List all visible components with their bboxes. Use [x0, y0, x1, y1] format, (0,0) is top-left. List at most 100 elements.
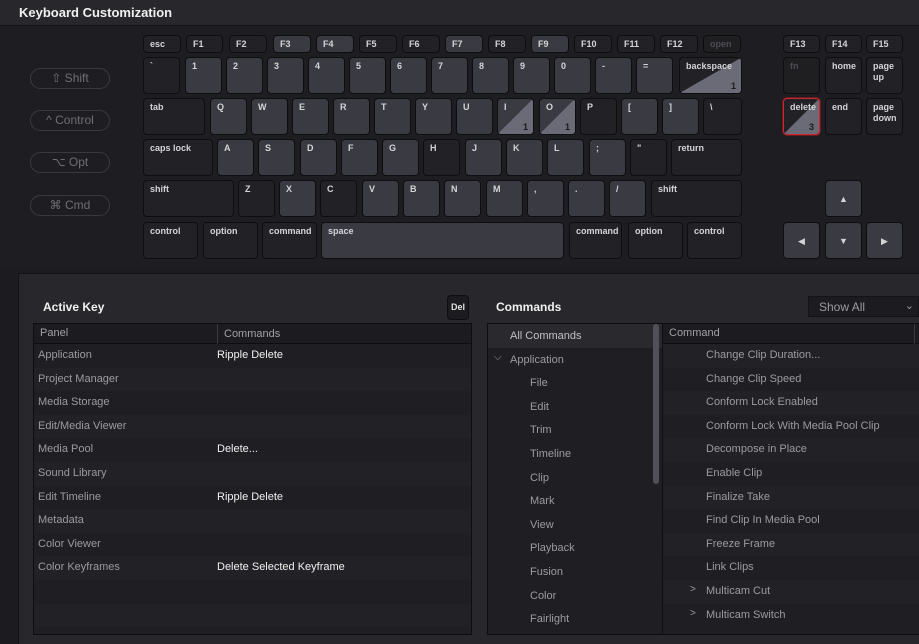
command-row[interactable]: Change Clip Duration...	[663, 344, 919, 368]
table-row[interactable]: Application Ripple Delete	[34, 344, 471, 368]
column-divider[interactable]	[914, 324, 915, 344]
key-caps-lock[interactable]: caps lock	[143, 139, 213, 176]
tree-item[interactable]: All Commands	[488, 324, 662, 348]
key-=[interactable]: =	[636, 57, 673, 94]
tree-item[interactable]: Clip	[488, 466, 662, 490]
key-7[interactable]: 7	[431, 57, 468, 94]
column-header-command[interactable]: Command	[669, 327, 720, 339]
key-control[interactable]: control	[143, 222, 198, 259]
key-x[interactable]: X	[279, 180, 316, 217]
table-row[interactable]: Sound Library	[34, 461, 471, 486]
table-row[interactable]: Edit/Media Viewer	[34, 414, 471, 439]
key-◀[interactable]: ◀	[783, 222, 820, 259]
key-f4[interactable]: F4	[316, 35, 354, 53]
key-space[interactable]: space	[321, 222, 564, 259]
key-3[interactable]: 3	[267, 57, 304, 94]
key-esc[interactable]: esc	[143, 35, 181, 53]
command-row[interactable]: Link Clips	[663, 556, 919, 580]
key-s[interactable]: S	[258, 139, 295, 176]
key-control[interactable]: control	[687, 222, 742, 259]
tree-item[interactable]: View	[488, 513, 662, 537]
table-row[interactable]: Edit Timeline Ripple Delete	[34, 486, 471, 510]
key-p[interactable]: P	[580, 98, 617, 135]
key-▶[interactable]: ▶	[866, 222, 903, 259]
key-b[interactable]: B	[403, 180, 440, 217]
key--[interactable]: -	[595, 57, 632, 94]
key-return[interactable]: return	[671, 139, 742, 176]
tree-item[interactable]: Timeline	[488, 442, 662, 466]
key-f9[interactable]: F9	[531, 35, 569, 53]
tree-scrollbar[interactable]	[653, 324, 659, 484]
table-row[interactable]: Color Viewer	[34, 533, 471, 557]
key-][interactable]: ]	[662, 98, 699, 135]
key-option[interactable]: option	[203, 222, 258, 259]
key-e[interactable]: E	[292, 98, 329, 135]
key-m[interactable]: M	[486, 180, 523, 217]
key-u[interactable]: U	[456, 98, 493, 135]
command-row[interactable]: Decompose in Place	[663, 438, 919, 462]
key-f2[interactable]: F2	[229, 35, 267, 53]
key-h[interactable]: H	[423, 139, 460, 176]
key-w[interactable]: W	[251, 98, 288, 135]
key-,[interactable]: ,	[527, 180, 564, 217]
key-v[interactable]: V	[362, 180, 399, 217]
key-2[interactable]: 2	[226, 57, 263, 94]
control-modifier-button[interactable]: ^ Control	[30, 110, 110, 131]
command-row[interactable]: Find Clip In Media Pool	[663, 509, 919, 533]
active-key-badge[interactable]: Del	[447, 295, 469, 320]
key-f[interactable]: F	[341, 139, 378, 176]
table-row[interactable]: Metadata	[34, 509, 471, 533]
key-f13[interactable]: F13	[783, 35, 820, 53]
key-end[interactable]: end	[825, 98, 862, 135]
key-"[interactable]: "	[630, 139, 667, 176]
key-`[interactable]: `	[143, 57, 180, 94]
key-shift[interactable]: shift	[651, 180, 742, 217]
key-t[interactable]: T	[374, 98, 411, 135]
table-row[interactable]: Color Keyframes Delete Selected Keyframe	[34, 556, 471, 580]
command-row[interactable]: > Multicam Switch	[663, 604, 919, 628]
key-▼[interactable]: ▼	[825, 222, 862, 259]
key-▲[interactable]: ▲	[825, 180, 862, 217]
key-tab[interactable]: tab	[143, 98, 205, 135]
command-row[interactable]: Freeze Frame	[663, 532, 919, 557]
key-fn[interactable]: fn	[783, 57, 820, 94]
command-modifier-button[interactable]: ⌘ Cmd	[30, 195, 110, 216]
command-row[interactable]: Finalize Take	[663, 485, 919, 510]
key-f5[interactable]: F5	[359, 35, 397, 53]
shift-modifier-button[interactable]: ⇧ Shift	[30, 68, 110, 89]
key-j[interactable]: J	[465, 139, 502, 176]
key-g[interactable]: G	[382, 139, 419, 176]
key-k[interactable]: K	[506, 139, 543, 176]
tree-item[interactable]: Mark	[488, 489, 662, 513]
key-6[interactable]: 6	[390, 57, 427, 94]
tree-item[interactable]: Color	[488, 584, 662, 608]
key-f8[interactable]: F8	[488, 35, 526, 53]
key-9[interactable]: 9	[513, 57, 550, 94]
key-;[interactable]: ;	[589, 139, 626, 176]
tree-item[interactable]: Trim	[488, 418, 662, 442]
command-row[interactable]: > Multicam Cut	[663, 579, 919, 604]
tree-item[interactable]: Fusion	[488, 560, 662, 584]
tree-item[interactable]: ⌵ Application	[488, 348, 662, 372]
key-command[interactable]: command	[569, 222, 622, 259]
key-/[interactable]: /	[609, 180, 646, 217]
key-.[interactable]: .	[568, 180, 605, 217]
key-r[interactable]: R	[333, 98, 370, 135]
command-row[interactable]: Change Clip Speed	[663, 368, 919, 392]
key-f14[interactable]: F14	[825, 35, 862, 53]
key-8[interactable]: 8	[472, 57, 509, 94]
option-modifier-button[interactable]: ⌥ Opt	[30, 152, 110, 173]
key-page-down[interactable]: page down	[866, 98, 903, 135]
tree-item[interactable]: File	[488, 371, 662, 395]
key-option[interactable]: option	[628, 222, 683, 259]
key-f7[interactable]: F7	[445, 35, 483, 53]
key-open[interactable]: open	[703, 35, 741, 53]
key-d[interactable]: D	[300, 139, 337, 176]
chevron-down-icon[interactable]: ⌵	[494, 352, 502, 363]
tree-item[interactable]: Edit	[488, 395, 662, 419]
key-f15[interactable]: F15	[866, 35, 903, 53]
command-row[interactable]: Enable Clip	[663, 462, 919, 486]
key-i[interactable]: I1	[497, 98, 534, 135]
table-row[interactable]: Project Manager	[34, 367, 471, 392]
key-f11[interactable]: F11	[617, 35, 655, 53]
